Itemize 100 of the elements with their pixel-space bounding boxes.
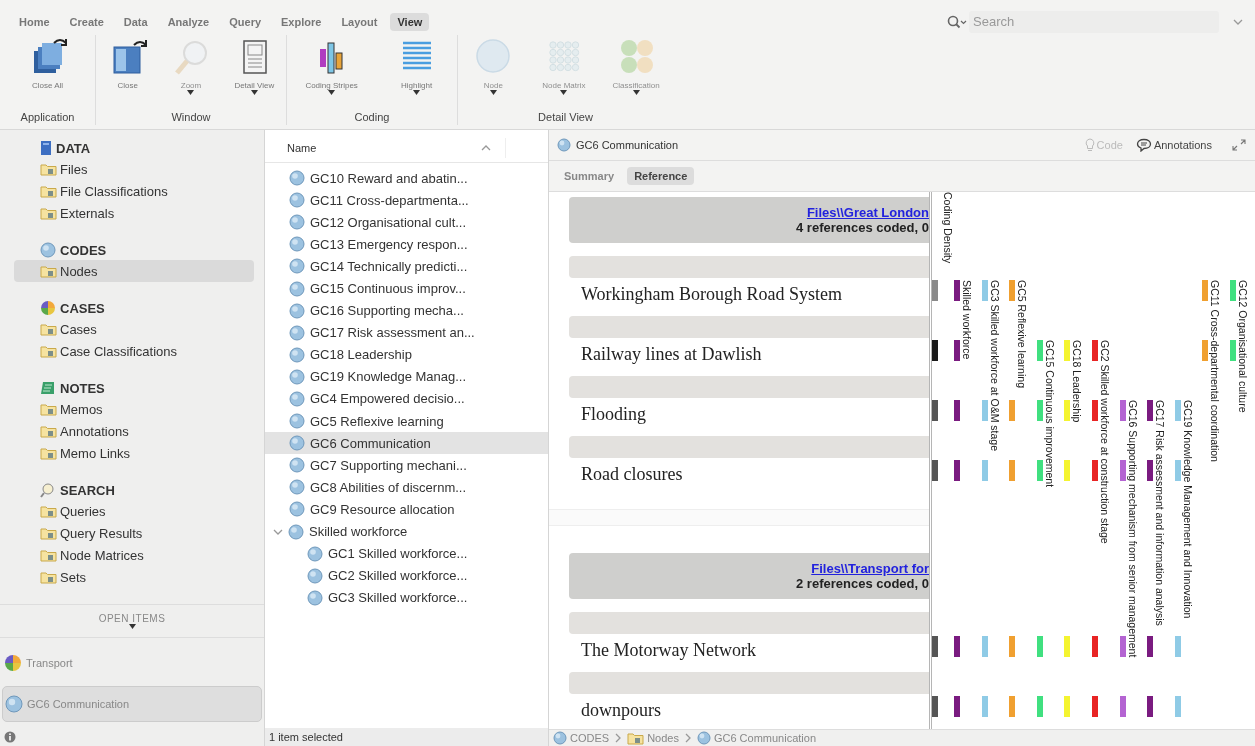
column-header[interactable]: Name — [287, 138, 506, 158]
sidebar-item[interactable]: Case Classifications — [14, 340, 254, 362]
group-label: Coding — [353, 111, 391, 125]
sidebar-item[interactable]: Nodes — [14, 260, 254, 282]
reference-summary: 4 references coded, 0 — [796, 220, 929, 235]
detail-title: GC6 Communication — [576, 139, 679, 151]
node-row[interactable]: GC18 Leadership — [265, 343, 548, 366]
node-icon — [696, 731, 711, 745]
node-row[interactable]: GC4 Empowered decisio... — [265, 387, 548, 411]
node-icon — [289, 501, 305, 518]
node-icon — [289, 258, 305, 275]
node-icon — [557, 138, 571, 152]
code-label: GC11 Cross-departmental coordination — [1209, 280, 1220, 462]
node-icon — [289, 324, 305, 341]
menu-tab[interactable]: Data — [116, 12, 155, 31]
search-icon — [947, 14, 967, 29]
expand-icon[interactable] — [1231, 138, 1247, 152]
menu-tab[interactable]: Layout — [334, 12, 385, 31]
menu-tab[interactable]: View — [390, 12, 430, 31]
node-row[interactable]: GC17 Risk assessment an... — [265, 321, 548, 344]
sidebar-item[interactable]: Sets — [14, 566, 254, 588]
tab[interactable]: Reference — [627, 167, 695, 185]
section-heading: CASES — [60, 300, 105, 316]
menu-tab[interactable]: Query — [222, 12, 269, 31]
menu-tab[interactable]: Analyze — [160, 12, 217, 31]
node-icon — [289, 457, 305, 474]
node-icon — [289, 280, 305, 297]
node-row[interactable]: GC16 Supporting mecha... — [265, 299, 548, 322]
node-row[interactable]: GC14 Technically predicti... — [265, 255, 548, 278]
node-row[interactable]: GC7 Supporting mechani... — [265, 454, 548, 477]
density-label: Coding Density — [942, 192, 953, 264]
node-icon — [289, 214, 305, 231]
group-label: Application — [19, 111, 76, 125]
node-icon — [289, 170, 305, 187]
sidebar-item[interactable]: Node Matrices — [14, 544, 254, 566]
notepad-icon — [40, 380, 56, 396]
code-label: GC18 Leadership — [1071, 340, 1082, 423]
code-label: GC2 Skilled workforce at construction stage — [1099, 340, 1110, 544]
sidebar-item[interactable]: Memo Links — [14, 442, 254, 464]
code-label: GC5 Reflexive learning — [1016, 280, 1027, 388]
file-link[interactable]: Files\\Transport for — [811, 561, 929, 576]
node-icon — [40, 242, 56, 258]
group-label: Detail View — [537, 111, 594, 125]
node-row[interactable]: GC9 Resource allocation — [265, 498, 548, 521]
node-row[interactable]: GC19 Knowledge Manag... — [265, 365, 548, 388]
sidebar-item[interactable]: Query Results — [14, 522, 254, 544]
folder-icon — [40, 446, 57, 460]
node-row[interactable]: GC15 Continuous improv... — [265, 277, 548, 300]
sidebar-item[interactable]: Cases — [14, 318, 254, 340]
node-row[interactable]: GC12 Organisational cult... — [265, 211, 548, 234]
code-label: GC3 Skilled workforce at O&M stage — [989, 280, 1000, 451]
node-row[interactable]: GC3 Skilled workforce... — [265, 586, 548, 609]
speech-bubble-icon — [1135, 138, 1152, 152]
toolbar-button[interactable]: Annotations — [1131, 138, 1216, 152]
search-icon — [40, 482, 56, 498]
folder-icon — [40, 526, 57, 540]
node-row[interactable]: Skilled workforce — [265, 520, 548, 543]
node-icon — [289, 479, 305, 496]
node-row[interactable]: GC6 Communication — [265, 432, 548, 455]
file-link[interactable]: Files\\Great London — [806, 205, 929, 220]
node-icon — [289, 435, 305, 452]
ribbon-button[interactable]: Close All — [25, 35, 70, 106]
sidebar-item[interactable]: Annotations — [14, 420, 254, 442]
ribbon-button[interactable]: Close — [105, 35, 150, 106]
node-icon — [553, 731, 567, 745]
menu-tab[interactable]: Home — [12, 12, 57, 31]
node-row[interactable]: GC10 Reward and abatin... — [265, 167, 548, 190]
code-label: GC16 Supporting mechanism from senior management — [1127, 400, 1138, 658]
reference-text: Railway lines at Dawlish — [580, 343, 763, 366]
folder-icon — [40, 402, 57, 416]
sidebar-item[interactable]: Files — [14, 158, 254, 180]
folder-icon — [40, 570, 57, 584]
node-row[interactable]: GC5 Reflexive learning — [265, 410, 548, 433]
folder-icon — [40, 548, 57, 562]
search-field[interactable]: Search — [969, 10, 1219, 33]
node-icon — [289, 192, 305, 209]
code-label: GC17 Risk assessment and information analysis — [1154, 400, 1165, 626]
folder-icon — [40, 322, 57, 336]
group-label: Window — [170, 111, 212, 125]
menu-tab[interactable]: Create — [62, 12, 111, 31]
ribbon-button[interactable]: Detail View — [232, 35, 277, 106]
sidebar-item[interactable]: Externals — [14, 202, 254, 224]
sidebar-item[interactable]: Memos — [14, 398, 254, 420]
node-icon — [289, 346, 305, 363]
reference-summary: 2 references coded, 0 — [796, 576, 929, 591]
node-row[interactable]: GC2 Skilled workforce... — [265, 564, 548, 587]
node-row[interactable]: GC8 Abilities of discernm... — [265, 476, 548, 499]
node-row[interactable]: GC11 Cross-departmenta... — [265, 189, 548, 212]
info-icon — [4, 731, 16, 744]
sidebar-item[interactable]: Queries — [14, 500, 254, 522]
ribbon-button[interactable]: Highlight — [394, 35, 439, 106]
code-label: GC12 Organisational culture — [1237, 280, 1248, 413]
ribbon-button[interactable]: Coding Stripes — [305, 35, 358, 106]
folder-icon — [627, 731, 645, 745]
node-row[interactable]: GC13 Emergency respon... — [265, 233, 548, 256]
node-row[interactable]: GC1 Skilled workforce... — [265, 542, 548, 565]
sidebar-item[interactable]: File Classifications — [14, 180, 254, 202]
document-icon — [40, 140, 52, 156]
menu-tab[interactable]: Explore — [274, 12, 329, 31]
node-icon — [5, 695, 23, 714]
